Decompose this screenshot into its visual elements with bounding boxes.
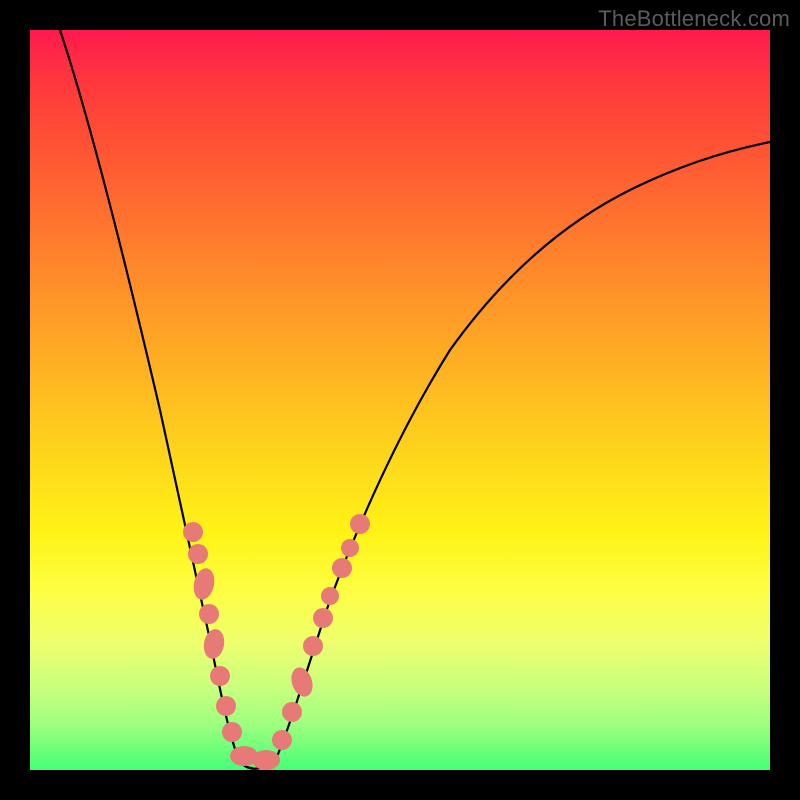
marker-dot bbox=[272, 730, 292, 750]
marker-dot bbox=[350, 514, 370, 534]
marker-dot bbox=[183, 522, 203, 542]
marker-dot bbox=[321, 587, 339, 605]
marker-pill bbox=[288, 665, 316, 700]
marker-dot bbox=[282, 702, 302, 722]
marker-dot bbox=[199, 604, 219, 624]
curve-right-arm bbox=[278, 142, 770, 754]
outer-frame: TheBottleneck.com bbox=[0, 0, 800, 800]
marker-dot bbox=[313, 608, 333, 628]
curve-left-arm bbox=[60, 30, 252, 768]
marker-pill bbox=[252, 750, 280, 770]
marker-dot bbox=[303, 636, 323, 656]
marker-dot bbox=[222, 722, 242, 742]
chart-svg bbox=[30, 30, 770, 770]
marker-dot bbox=[341, 539, 359, 557]
marker-dot bbox=[188, 544, 208, 564]
marker-dot bbox=[216, 696, 236, 716]
marker-dot bbox=[210, 666, 230, 686]
marker-pill bbox=[202, 627, 227, 660]
marker-dot bbox=[332, 558, 352, 578]
watermark-text: TheBottleneck.com bbox=[598, 6, 790, 32]
plot-area bbox=[30, 30, 770, 770]
